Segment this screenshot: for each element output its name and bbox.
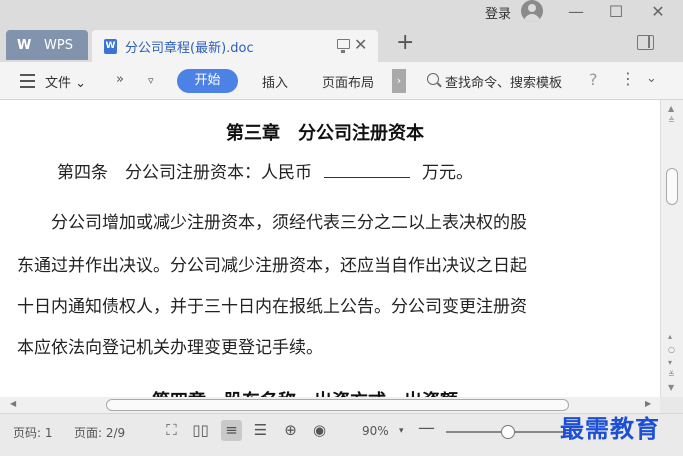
scroll-left-icon[interactable]: ◀ <box>10 399 16 408</box>
close-window-button[interactable]: ✕ <box>645 1 671 23</box>
paragraph-line: 十日内通知债权人，并于三十日内在报纸上公告。分公司变更注册资 <box>17 297 527 317</box>
word-document-icon: W <box>104 39 117 54</box>
sidebar-toggle-icon[interactable] <box>637 35 654 50</box>
hamburger-menu-icon[interactable] <box>20 74 35 92</box>
tab-wps-home-label: WPS <box>44 38 73 53</box>
title-bar: 登录 — ☐ ✕ <box>0 0 683 26</box>
login-link[interactable]: 登录 <box>485 3 511 22</box>
zoom-dropdown-icon[interactable]: ▾ <box>399 426 404 436</box>
maximize-button[interactable]: ☐ <box>603 1 629 23</box>
tab-insert[interactable]: 插入 <box>262 72 288 91</box>
minimize-button[interactable]: — <box>563 1 589 23</box>
file-menu[interactable]: 文件 ⌄ <box>45 72 86 91</box>
page-number[interactable]: 页码: 1 <box>13 424 53 441</box>
article-prefix: 第四条 分公司注册资本：人民币 <box>57 163 312 183</box>
more-options-icon[interactable]: ⋮ <box>620 69 636 88</box>
close-tab-button[interactable]: ✕ <box>354 35 367 54</box>
status-bar: 页码: 1 页面: 2/9 ⛶ ▯▯ ≡ ☰ ⊕ ◉ 90% ▾ — 最需教育 <box>0 413 683 456</box>
ribbon-toolbar: 文件 ⌄ » ▿ 开始 插入 页面布局 › 查找命令、搜索模板 ? ⋮ ⌄ <box>0 62 683 100</box>
vertical-scrollbar[interactable]: ▲ ≜ ▴ ○ ▾ ≚ ▼ <box>660 100 683 397</box>
amount-blank <box>324 160 410 178</box>
scroll-up-icon[interactable]: ▲ <box>668 104 674 113</box>
help-icon[interactable]: ? <box>589 70 598 89</box>
paragraph-line: 东通过并作出决议。分公司减少注册资本，还应当自作出决议之日起 <box>17 256 527 276</box>
article-line: 第四条 分公司注册资本：人民币 万元。 <box>17 158 473 183</box>
page-count[interactable]: 页面: 2/9 <box>74 424 125 441</box>
next-page-icon[interactable]: ≚ <box>668 370 675 379</box>
tab-bar: W WPS W 分公司章程(最新).doc ✕ + <box>0 26 683 62</box>
search-icon[interactable] <box>427 73 439 85</box>
outline-view-icon[interactable]: ☰ <box>252 422 269 439</box>
web-layout-icon[interactable]: ⊕ <box>282 422 299 439</box>
reading-mode-icon[interactable]: ▯▯ <box>192 422 209 439</box>
next-object-icon[interactable]: ▾ <box>668 358 672 367</box>
select-browse-object-icon[interactable]: ○ <box>668 345 675 354</box>
paragraph-line: 本应依法向登记机关办理变更登记手续。 <box>17 338 323 358</box>
monitor-icon[interactable] <box>337 39 350 53</box>
wps-logo-icon: W <box>17 38 32 53</box>
more-tabs-icon[interactable]: » <box>116 72 124 87</box>
chapter-heading: 第三章 分公司注册资本 <box>226 123 424 144</box>
avatar-icon[interactable] <box>521 0 543 22</box>
article-suffix: 万元。 <box>422 163 473 183</box>
next-chapter-heading: 第四章 股东名称、出资方式、出资额 <box>152 387 458 397</box>
quick-access-dropdown-icon[interactable]: ▿ <box>148 74 154 87</box>
collapse-ribbon-icon[interactable]: ⌄ <box>646 71 657 86</box>
eye-protection-icon[interactable]: ◉ <box>311 422 328 439</box>
search-command-input[interactable]: 查找命令、搜索模板 <box>445 72 562 91</box>
zoom-slider-knob[interactable] <box>501 425 516 439</box>
scroll-down-icon[interactable]: ▼ <box>668 383 674 392</box>
tab-wps-home[interactable]: W WPS <box>6 30 88 60</box>
prev-page-icon[interactable]: ≜ <box>668 116 675 125</box>
zoom-level[interactable]: 90% <box>362 424 389 438</box>
horizontal-scroll-thumb[interactable] <box>106 399 569 411</box>
scroll-right-icon[interactable]: ▶ <box>645 399 651 408</box>
watermark-logo: 最需教育 <box>560 414 660 443</box>
paragraph-line: 分公司增加或减少注册资本，须经代表三分之二以上表决权的股 <box>17 213 527 233</box>
tab-document[interactable]: W 分公司章程(最新).doc ✕ <box>92 30 378 62</box>
fullscreen-icon[interactable]: ⛶ <box>163 422 180 439</box>
zoom-out-button[interactable]: — <box>418 418 435 438</box>
document-tab-title: 分公司章程(最新).doc <box>125 41 254 56</box>
vertical-scroll-thumb[interactable] <box>666 168 678 205</box>
tab-start[interactable]: 开始 <box>177 69 238 93</box>
prev-object-icon[interactable]: ▴ <box>668 332 672 341</box>
tab-page-layout[interactable]: 页面布局 <box>322 72 374 91</box>
document-page[interactable]: 第三章 分公司注册资本 第四条 分公司注册资本：人民币 万元。 分公司增加或减少注… <box>0 100 660 397</box>
scroll-tabs-right-button[interactable]: › <box>392 69 406 93</box>
new-tab-button[interactable]: + <box>396 30 414 55</box>
page-view-icon[interactable]: ≡ <box>221 420 242 441</box>
